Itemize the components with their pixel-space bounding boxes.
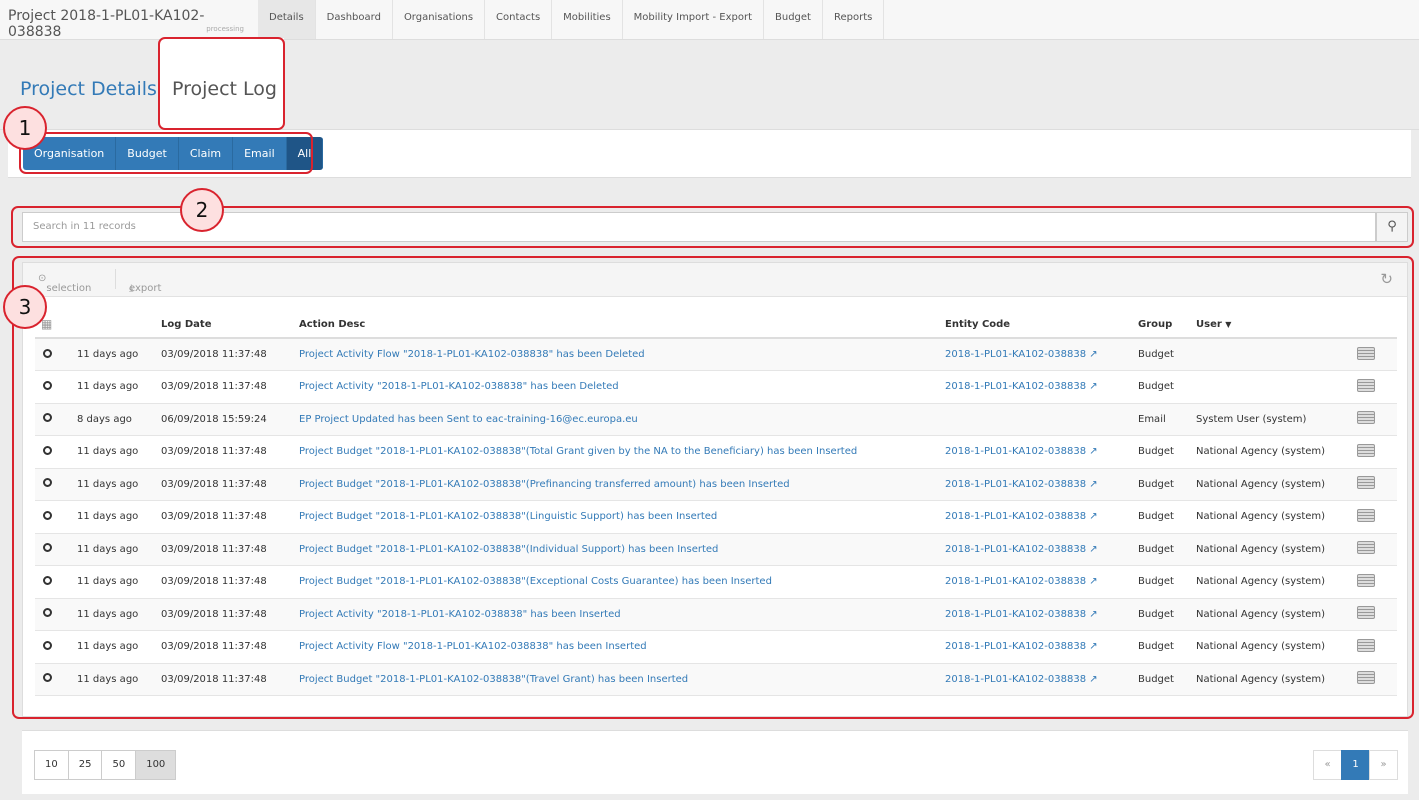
- nav-item[interactable]: Mobilities: [552, 0, 623, 39]
- pagination-bar: 10 25 50 100 « 1 »: [22, 730, 1408, 794]
- prev-page-button[interactable]: «: [1313, 750, 1342, 780]
- annotation-1: 1: [3, 106, 47, 150]
- nav-item[interactable]: Contacts: [485, 0, 553, 39]
- nav-item[interactable]: Details: [258, 0, 316, 39]
- nav-item[interactable]: Mobility Import - Export: [623, 0, 765, 39]
- annotation-box-1: [19, 132, 313, 174]
- project-title: Project 2018-1-PL01-KA102-038838 processi…: [0, 0, 258, 40]
- nav-item[interactable]: Budget: [764, 0, 823, 39]
- next-page-button[interactable]: »: [1369, 750, 1398, 780]
- annotation-box-3: [12, 256, 1414, 719]
- page-size-button[interactable]: 10: [34, 750, 69, 780]
- page-size-group: 10 25 50 100: [34, 750, 177, 780]
- tab-project-details[interactable]: Project Details: [20, 78, 157, 100]
- project-status: processing: [206, 25, 244, 33]
- pagination: « 1 »: [1313, 750, 1398, 780]
- page-size-button[interactable]: 25: [67, 750, 103, 780]
- top-nav: Project 2018-1-PL01-KA102-038838 processi…: [0, 0, 1419, 40]
- nav-item[interactable]: Reports: [823, 0, 885, 39]
- nav-items: Details Dashboard Organisations Contacts Mob…: [258, 0, 885, 39]
- annotation-2: 2: [180, 188, 224, 232]
- page-size-button[interactable]: 50: [101, 750, 137, 780]
- nav-item[interactable]: Organisations: [393, 0, 486, 39]
- page-1-button[interactable]: 1: [1341, 750, 1370, 780]
- nav-item[interactable]: Dashboard: [316, 0, 393, 39]
- annotation-box-log-tab: [158, 37, 285, 130]
- annotation-3: 3: [3, 285, 47, 329]
- project-code: Project 2018-1-PL01-KA102-038838: [8, 8, 205, 40]
- page-size-button[interactable]: 100: [135, 750, 177, 780]
